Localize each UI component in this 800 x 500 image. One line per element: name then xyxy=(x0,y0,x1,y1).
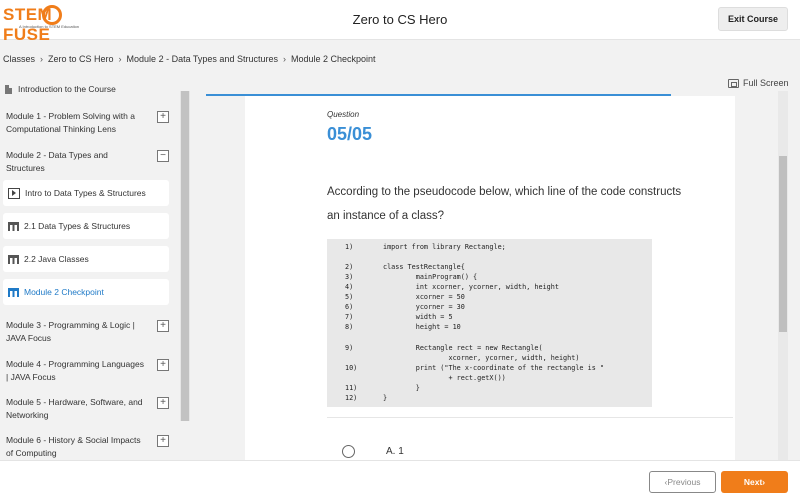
document-icon xyxy=(5,84,12,94)
lesson-label: Intro to Data Types & Structures xyxy=(25,188,146,198)
next-label: Next xyxy=(743,477,763,487)
lesson-label: 2.2 Java Classes xyxy=(24,254,89,264)
lesson-item-checkpoint[interactable]: Module 2 Checkpoint xyxy=(3,279,169,305)
question-number: 05/05 xyxy=(327,124,373,144)
expand-icon[interactable]: + xyxy=(157,320,169,332)
sidebar-module-4[interactable]: Module 4 - Programming Languages | JAVA … xyxy=(6,358,171,383)
lesson-label: 2.1 Data Types & Structures xyxy=(24,221,131,231)
expand-icon[interactable]: + xyxy=(157,359,169,371)
module-label: Module 2 - Data Types and Structures xyxy=(6,150,108,173)
option-a-label[interactable]: A. 1 xyxy=(386,446,404,457)
sidebar-scrollbar-thumb[interactable] xyxy=(181,91,189,421)
module-label: Module 5 - Hardware, Software, and Netwo… xyxy=(6,397,143,420)
chevron-right-icon: › xyxy=(282,54,286,64)
question-label: Question xyxy=(327,110,360,119)
question-text: According to the pseudocode below, which… xyxy=(327,186,682,222)
content-scrollbar-thumb[interactable] xyxy=(779,156,787,332)
sidebar-module-6[interactable]: Module 6 - History & Social Impacts of C… xyxy=(6,434,171,459)
exit-course-button[interactable]: Exit Course xyxy=(718,7,788,31)
breadcrumb-module[interactable]: Module 2 - Data Types and Structures xyxy=(127,54,278,64)
top-bar: STEMFUSE A Introduction to STEM Educatio… xyxy=(0,0,800,44)
module-label: Module 3 - Programming & Logic | JAVA Fo… xyxy=(6,320,135,343)
lesson-item-2-1[interactable]: 2.1 Data Types & Structures xyxy=(3,213,169,239)
sidebar-module-5[interactable]: Module 5 - Hardware, Software, and Netwo… xyxy=(6,396,171,421)
code-block: 1) import from library Rectangle; 2) class… xyxy=(327,239,652,407)
module-label: Module 6 - History & Social Impacts of C… xyxy=(6,435,141,458)
table-icon xyxy=(8,221,19,231)
full-screen-button[interactable]: Full Screen xyxy=(728,78,789,88)
breadcrumb-current: Module 2 Checkpoint xyxy=(290,54,376,64)
footer-bar: ‹Previous Next› xyxy=(0,460,800,500)
module-label: Module 4 - Programming Languages | JAVA … xyxy=(6,359,144,382)
sidebar-item-intro[interactable]: Introduction to the Course xyxy=(0,78,176,100)
course-title: Zero to CS Hero xyxy=(352,12,448,27)
sidebar-module-1[interactable]: Module 1 - Problem Solving with a Comput… xyxy=(6,110,171,135)
lesson-item-intro-data-types[interactable]: Intro to Data Types & Structures xyxy=(3,180,169,206)
lesson-label: Module 2 Checkpoint xyxy=(24,287,104,297)
option-a-radio[interactable] xyxy=(342,445,355,458)
play-icon xyxy=(8,187,20,199)
breadcrumb-course[interactable]: Zero to CS Hero xyxy=(48,54,114,64)
course-sidebar: Introduction to the Course Module 1 - Pr… xyxy=(0,78,180,460)
chevron-right-icon: › xyxy=(762,477,766,487)
option-divider xyxy=(327,417,733,418)
table-icon xyxy=(8,287,19,297)
previous-button[interactable]: ‹Previous xyxy=(649,471,716,493)
expand-icon[interactable]: + xyxy=(157,435,169,447)
chevron-right-icon: › xyxy=(40,54,44,64)
chevron-right-icon: › xyxy=(118,54,122,64)
table-icon xyxy=(8,254,19,264)
full-screen-label: Full Screen xyxy=(743,78,789,88)
next-button[interactable]: Next› xyxy=(721,471,788,493)
module-label: Module 1 - Problem Solving with a Comput… xyxy=(6,111,135,134)
full-screen-icon xyxy=(728,78,739,88)
breadcrumb-classes[interactable]: Classes xyxy=(3,54,35,64)
sidebar-module-3[interactable]: Module 3 - Programming & Logic | JAVA Fo… xyxy=(6,319,171,344)
question-card: Question 05/05 According to the pseudoco… xyxy=(245,96,735,460)
breadcrumb: Classes › Zero to CS Hero › Module 2 - D… xyxy=(3,54,376,64)
collapse-icon[interactable]: − xyxy=(157,150,169,162)
sidebar-item-label: Introduction to the Course xyxy=(18,84,116,94)
expand-icon[interactable]: + xyxy=(157,397,169,409)
lesson-item-2-2[interactable]: 2.2 Java Classes xyxy=(3,246,169,272)
previous-label: Previous xyxy=(667,477,701,487)
sidebar-module-2[interactable]: Module 2 - Data Types and Structures − xyxy=(6,149,171,174)
expand-icon[interactable]: + xyxy=(157,111,169,123)
